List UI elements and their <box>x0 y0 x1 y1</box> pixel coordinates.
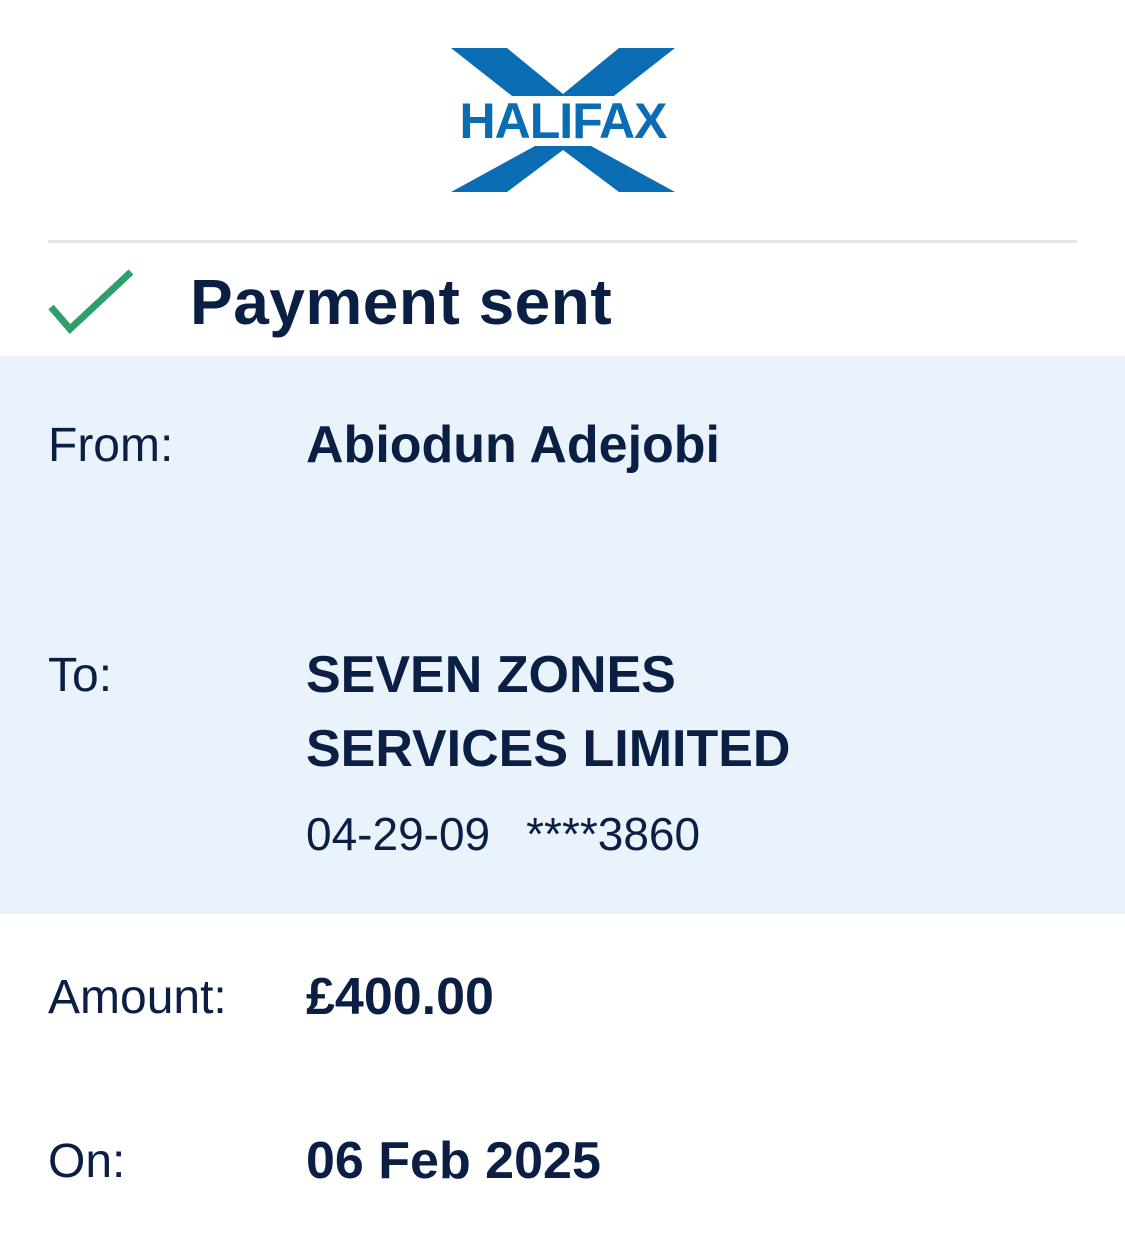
from-label: From: <box>48 419 174 472</box>
payee-name-line2: SERVICES LIMITED <box>306 720 791 778</box>
amount-label: Amount: <box>48 971 227 1024</box>
svg-text:HALIFAX: HALIFAX <box>459 93 667 149</box>
check-icon <box>48 269 134 335</box>
halifax-logo: HALIFAX <box>450 48 675 192</box>
sort-code: 04-29-09 <box>306 808 491 860</box>
payee-account-details: 04-29-09 ****3860 <box>306 806 700 862</box>
to-label: To: <box>48 649 113 702</box>
payee-name-line1: SEVEN ZONES <box>306 646 676 704</box>
date-value: 06 Feb 2025 <box>306 1132 601 1190</box>
date-label: On: <box>48 1135 126 1188</box>
amount-value: £400.00 <box>306 968 494 1026</box>
account-number: ****3860 <box>526 808 701 860</box>
payment-status: Payment sent <box>0 243 1125 356</box>
status-title: Payment sent <box>190 266 613 338</box>
from-value: Abiodun Adejobi <box>306 416 720 474</box>
halifax-logo-container: HALIFAX <box>0 46 1125 194</box>
